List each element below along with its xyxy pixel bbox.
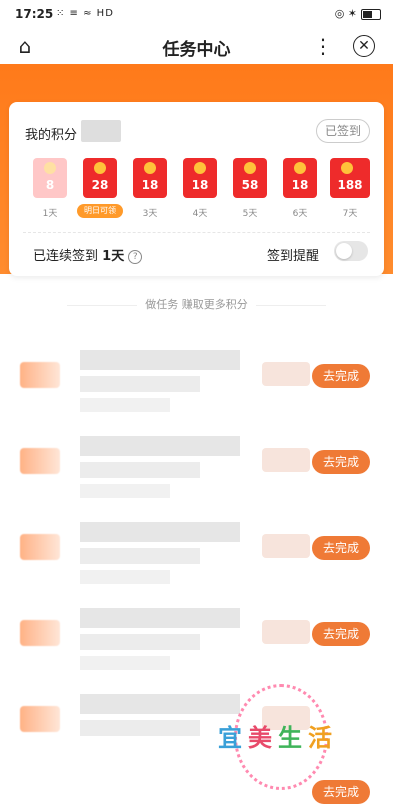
task-go-button[interactable]: 去完成 (312, 450, 370, 474)
red-envelope-icon: 18 (133, 158, 167, 198)
task-reward-blurred (262, 362, 310, 386)
red-envelope-icon: 8 (33, 158, 67, 198)
system-icons: ◎ ✶ (335, 7, 381, 20)
divider (23, 232, 370, 234)
checkin-day[interactable]: 28 明日可领 (77, 158, 123, 228)
section-title: 做任务 赚取更多积分 (0, 296, 393, 312)
task-meta-blurred (80, 484, 170, 498)
task-icon-blurred (20, 448, 60, 474)
task-desc-blurred (80, 634, 200, 650)
watermark-logo: 宜美生活 (198, 684, 358, 790)
help-icon[interactable]: ? (128, 249, 143, 264)
reminder-label: 签到提醒 (267, 249, 320, 264)
checkin-day[interactable]: 8 1天 (33, 158, 67, 228)
battery-icon (361, 8, 381, 20)
task-go-button[interactable]: 去完成 (312, 622, 370, 646)
checkin-day[interactable]: 58 5天 (233, 158, 267, 228)
reminder-toggle[interactable] (334, 241, 368, 261)
task-title-blurred (80, 350, 240, 370)
checkin-days: 8 1天 28 明日可领 18 3天 18 4天 58 5天 18 6天 188… (23, 158, 373, 228)
top-nav: ⌂ 任务中心 ⋮ ✕ (0, 28, 393, 64)
checkin-day[interactable]: 18 3天 (133, 158, 167, 228)
task-title-blurred (80, 522, 240, 542)
red-envelope-icon: 18 (283, 158, 317, 198)
signal-icons: ⁙ ≡ ≈ HD (56, 8, 114, 19)
signed-in-button[interactable]: 已签到 (316, 119, 370, 143)
task-meta-blurred (80, 570, 170, 584)
task-reward-blurred (262, 620, 310, 644)
task-go-button[interactable]: 去完成 (312, 536, 370, 560)
checkin-card: 我的积分 已签到 8 1天 28 明日可领 18 3天 18 4天 58 5天 … (9, 102, 384, 276)
streak-text: 已连续签到 1天? (33, 245, 143, 264)
task-icon-blurred (20, 534, 60, 560)
tomorrow-badge: 明日可领 (77, 204, 123, 218)
task-icon-blurred (20, 620, 60, 646)
task-row: 去完成 (0, 608, 393, 682)
task-row: 去完成 (0, 436, 393, 510)
points-value-blurred (81, 120, 121, 142)
task-title-blurred (80, 436, 240, 456)
more-icon[interactable]: ⋮ (313, 34, 333, 58)
task-row: 去完成 (0, 350, 393, 424)
page-title: 任务中心 (162, 40, 231, 60)
task-icon-blurred (20, 362, 60, 388)
checkin-day[interactable]: 18 4天 (183, 158, 217, 228)
red-envelope-icon: 18 (183, 158, 217, 198)
watermark-text: 宜美生活 (218, 724, 338, 752)
task-reward-blurred (262, 534, 310, 558)
task-go-button[interactable]: 去完成 (312, 364, 370, 388)
checkin-day[interactable]: 18 6天 (283, 158, 317, 228)
checkin-day[interactable]: 188 7天 (330, 158, 370, 228)
red-envelope-icon: 188 (330, 158, 370, 198)
red-envelope-icon: 28 (83, 158, 117, 198)
task-desc-blurred (80, 462, 200, 478)
task-title-blurred (80, 608, 240, 628)
task-reward-blurred (262, 448, 310, 472)
task-meta-blurred (80, 656, 170, 670)
status-time: 17:25 (15, 7, 54, 21)
red-envelope-icon: 58 (233, 158, 267, 198)
task-desc-blurred (80, 720, 200, 736)
task-desc-blurred (80, 376, 200, 392)
task-row: 去完成 (0, 522, 393, 596)
task-meta-blurred (80, 398, 170, 412)
status-bar: 17:25 ⁙ ≡ ≈ HD ◎ ✶ (0, 0, 393, 28)
task-desc-blurred (80, 548, 200, 564)
points-label: 我的积分 (25, 128, 78, 143)
close-icon[interactable]: ✕ (353, 35, 375, 57)
task-icon-blurred (20, 706, 60, 732)
